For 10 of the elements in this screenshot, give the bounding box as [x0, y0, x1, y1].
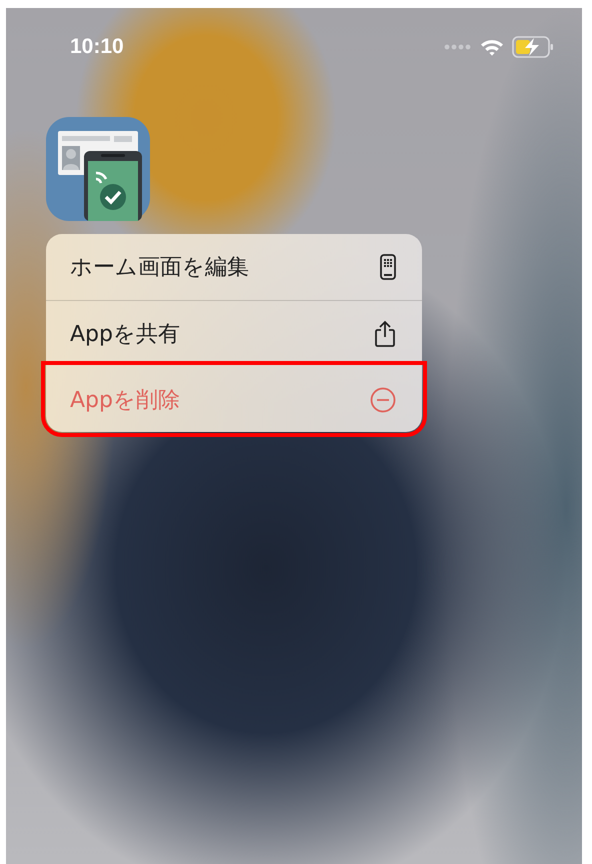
app-icon[interactable]: [46, 117, 150, 221]
minus-circle-icon: [370, 386, 396, 412]
battery-charging-icon: [512, 36, 554, 58]
wifi-icon: [480, 38, 504, 56]
menu-item[interactable]: ホーム画面を編集: [46, 234, 422, 300]
signal-icon: [444, 44, 472, 50]
status-time: 10:10: [70, 35, 124, 59]
menu-item[interactable]: Appを共有: [46, 300, 422, 366]
share-icon: [374, 320, 396, 348]
home-screen-icon: [380, 254, 396, 280]
